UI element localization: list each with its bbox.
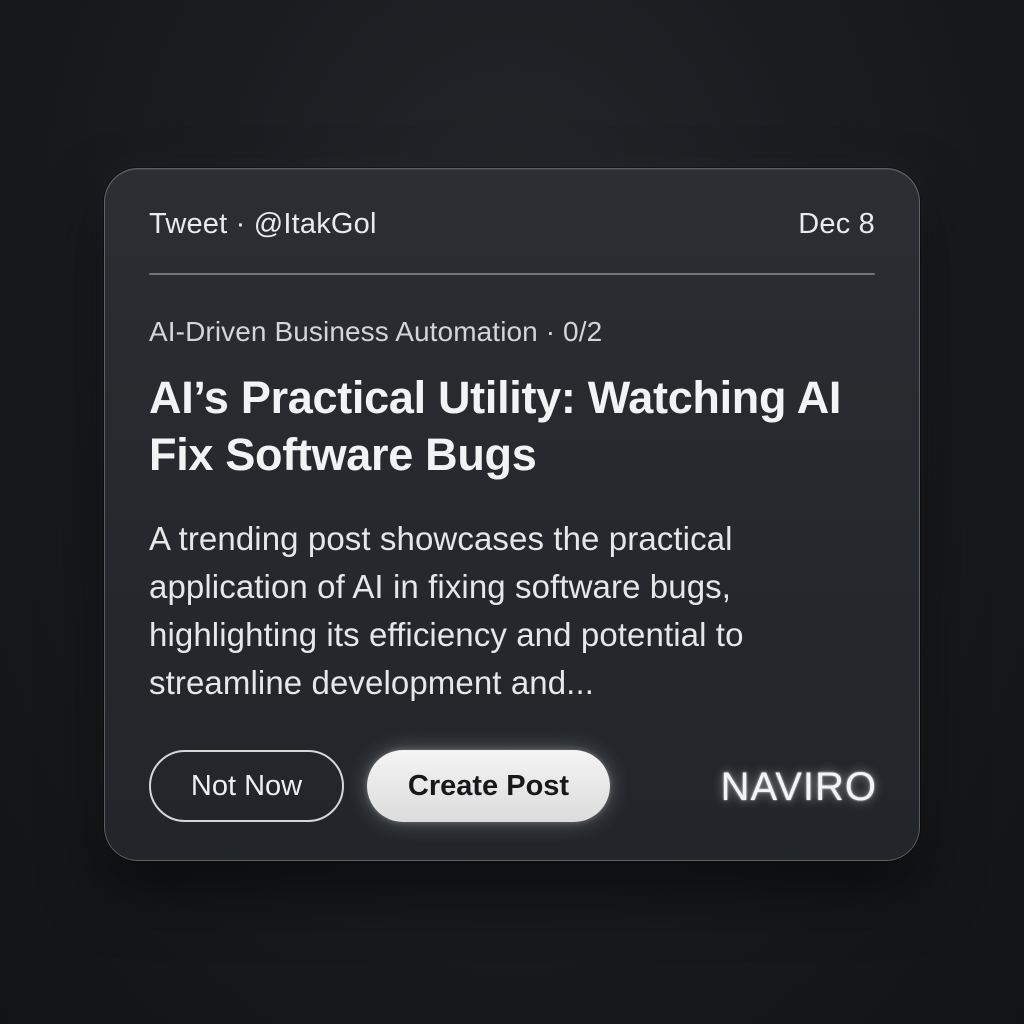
brand-logo: NAVIRO [720, 765, 877, 809]
create-post-button[interactable]: Create Post [367, 750, 610, 822]
card-meta-row: Tweet · @ItakGol Dec 8 [149, 207, 875, 241]
divider [149, 273, 875, 275]
topic-label: AI-Driven Business Automation · 0/2 [149, 316, 603, 347]
source-label: Tweet · @ItakGol [149, 207, 377, 240]
not-now-button[interactable]: Not Now [149, 750, 344, 822]
post-date: Dec 8 [798, 207, 875, 240]
suggestion-card: Tweet · @ItakGol Dec 8 AI-Driven Busines… [104, 168, 920, 861]
headline: AI’s Practical Utility: Watching AI Fix … [149, 372, 842, 480]
summary-text: A trending post showcases the practical … [149, 520, 744, 701]
